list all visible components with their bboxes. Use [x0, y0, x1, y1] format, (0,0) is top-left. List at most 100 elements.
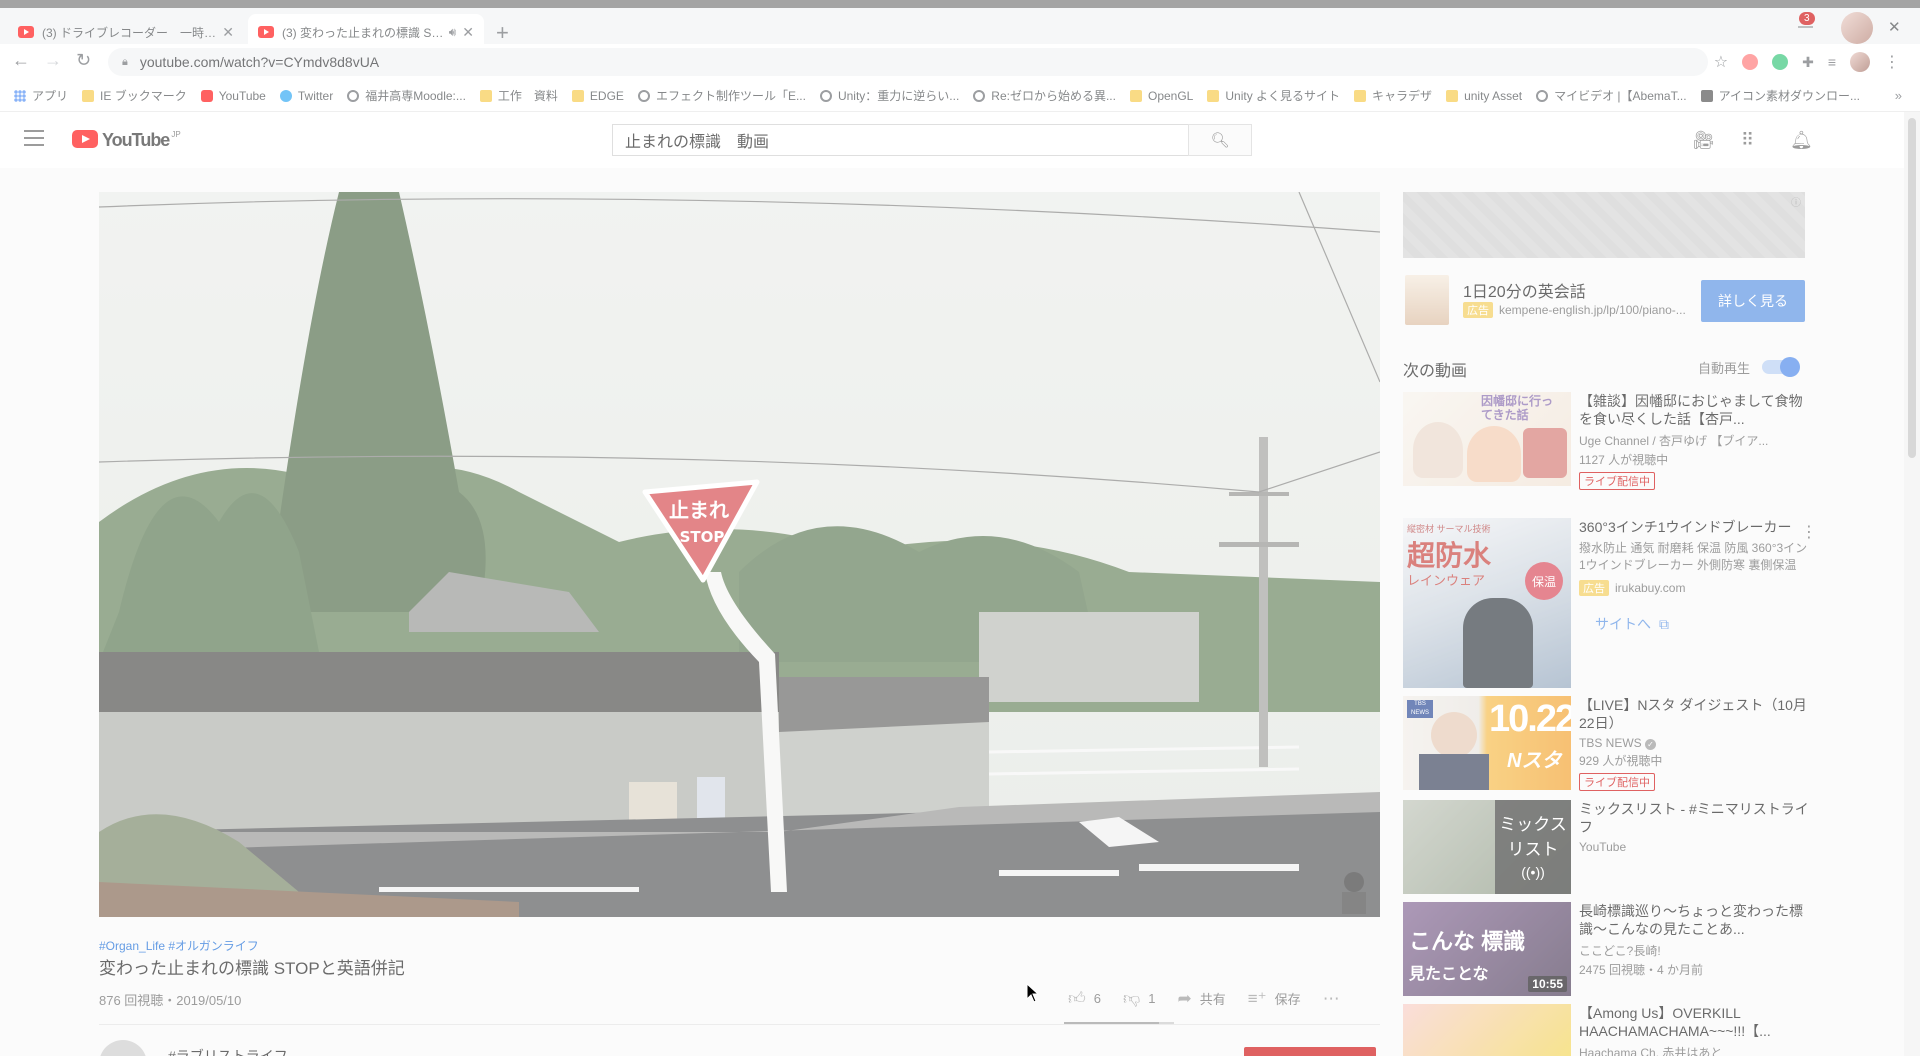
ad-learn-more-button[interactable]: 詳しく見る — [1701, 280, 1805, 322]
youtube-icon — [200, 89, 213, 102]
media-control-icon[interactable]: ≡ — [1828, 54, 1836, 70]
scrollbar-thumb[interactable] — [1908, 118, 1916, 458]
ad-info-icon[interactable]: ⓘ — [1791, 194, 1801, 209]
up-next-heading: 次の動画 — [1403, 363, 1468, 380]
view-count: 929 人が視聴中 — [1579, 754, 1663, 768]
bookmark-label: キャラデザ — [1372, 89, 1433, 103]
bookmark-twitter[interactable]: Twitter — [279, 89, 333, 103]
channel-name: ここどこ?長崎! — [1579, 944, 1661, 958]
ad-thumbnail[interactable] — [1405, 275, 1449, 325]
view-count: 2475 回視聴・4 か月前 — [1579, 963, 1704, 977]
mix-radio-icon: ((•)) — [1521, 864, 1545, 880]
video-thumbnail[interactable]: 因幡邸に行ってきた話 — [1403, 392, 1571, 486]
puzzle-icon[interactable]: ✚ — [1802, 54, 1814, 71]
video-hashtags[interactable]: #Organ_Life #オルガンライフ — [99, 937, 259, 954]
url-bar[interactable]: 🔒︎ youtube.com/watch?v=CYmdv8d8vUA — [108, 48, 1708, 76]
close-tab-icon[interactable]: ✕ — [222, 24, 234, 41]
ad-description: 撥水防止 通気 耐磨耗 保温 防風 360°3イン1ウインドブレーカー 外側防寒… — [1579, 541, 1808, 572]
forward-icon[interactable]: → — [44, 50, 62, 71]
share-button[interactable]: ➦ 共有 — [1178, 989, 1226, 1009]
bookmark-folder[interactable]: unity Asset — [1446, 89, 1522, 103]
close-tab-icon[interactable]: ✕ — [462, 24, 474, 41]
bookmark-apps[interactable]: アプリ — [14, 87, 68, 104]
folder-icon — [1446, 89, 1459, 102]
more-horizontal-icon: ⋯ — [1322, 988, 1340, 1008]
bookmark-link[interactable]: アイコン素材ダウンロー... — [1700, 87, 1860, 104]
video-player[interactable]: 止まれ STOP — [99, 192, 1380, 917]
extension-icon[interactable] — [1742, 54, 1759, 70]
star-icon[interactable]: ☆ — [1714, 52, 1728, 72]
video-thumbnail[interactable]: TBS NEWS 10.22 Nスタ — [1403, 696, 1571, 790]
bookmark-youtube[interactable]: YouTube — [200, 88, 266, 103]
more-bookmarks-icon[interactable]: » — [1895, 88, 1902, 103]
bookmark-folder[interactable]: Unity よく見るサイト — [1207, 87, 1340, 104]
grammarly-icon[interactable] — [1772, 54, 1789, 70]
bookmark-folder[interactable]: IE ブックマーク — [82, 87, 187, 104]
ad-title[interactable]: 1日20分の英会話 — [1463, 278, 1586, 302]
autoplay-toggle[interactable] — [1762, 357, 1800, 377]
video-info: ミックスリスト - #ミニマリストライフ YouTube — [1579, 800, 1813, 854]
menu-kebab-icon[interactable]: ⋮ — [1884, 52, 1900, 72]
ad-banner[interactable]: ⓘ — [1403, 192, 1805, 258]
like-button[interactable]: 👍︎ 6 — [1068, 988, 1101, 1009]
audio-playing-icon[interactable]: 🔊︎ — [449, 25, 457, 40]
visit-site-label: サイトへ — [1595, 616, 1651, 632]
bookmark-folder[interactable]: EDGE — [571, 89, 624, 103]
save-button[interactable]: ≡⁺ 保存 — [1248, 989, 1301, 1009]
recommended-mix[interactable]: ミックス リスト ((•)) ミックスリスト - #ミニマリストライフ YouT… — [1403, 800, 1823, 896]
video-thumbnail[interactable]: こんな 標識 見たことな 10:55 — [1403, 902, 1571, 996]
bookmark-label: unity Asset — [1464, 88, 1523, 103]
video-title: 【LIVE】Nスタ ダイジェスト（10月22日） — [1579, 697, 1807, 731]
sponsored-video[interactable]: 縦密材 サーマル技術 超防水 レインウェア 保温 360°3インチ1ウインドブレ… — [1403, 518, 1823, 688]
recommended-video[interactable]: 【Among Us】OVERKILL HAACHAMACHAMA~~~!!!【.… — [1403, 1004, 1823, 1056]
hamburger-menu-icon[interactable] — [24, 130, 44, 146]
bookmark-folder[interactable]: 工作 資料 — [479, 87, 558, 104]
bookmark-link[interactable]: エフェクト制作ツール「E... — [637, 87, 806, 104]
youtube-logo[interactable]: YouTube JP — [72, 130, 181, 151]
video-title: ミックスリスト - #ミニマリストライフ — [1579, 801, 1809, 835]
video-info: 【雑談】因幡邸におじゃまして食物を食い尽くした話【杏戸... Uge Chann… — [1579, 392, 1813, 490]
recommended-video[interactable]: 因幡邸に行ってきた話 【雑談】因幡邸におじゃまして食物を食い尽くした話【杏戸..… — [1403, 392, 1823, 490]
subscribe-button[interactable] — [1244, 1047, 1376, 1056]
thumbs-down-icon: 👎︎ — [1123, 989, 1141, 1008]
ad-thumbnail[interactable]: 縦密材 サーマル技術 超防水 レインウェア 保温 — [1403, 518, 1571, 688]
dislike-button[interactable]: 👎︎ 1 — [1123, 988, 1156, 1009]
bookmark-link[interactable]: マイビデオ |【AbemaT... — [1536, 87, 1687, 104]
globe-icon — [347, 89, 360, 102]
bookmark-link[interactable]: Re:ゼロから始める異... — [973, 87, 1116, 104]
folder-icon — [1207, 89, 1220, 102]
window-top-strip — [0, 0, 1920, 8]
recommended-video[interactable]: こんな 標識 見たことな 10:55 長崎標識巡り～ちょっと変わった標識～こんな… — [1403, 902, 1823, 998]
channel-name[interactable]: #ラブリストライフ — [168, 1046, 288, 1056]
account-avatar[interactable] — [1841, 12, 1873, 44]
globe-icon — [637, 89, 650, 102]
bookmark-folder[interactable]: キャラデザ — [1354, 87, 1432, 104]
bookmark-folder[interactable]: OpenGL — [1129, 89, 1193, 103]
reload-icon[interactable]: ↻ — [76, 50, 91, 71]
back-icon[interactable]: ← — [12, 50, 30, 71]
profile-icon[interactable] — [1850, 52, 1870, 72]
close-window-icon[interactable]: ✕ — [1888, 18, 1901, 36]
page-scrollbar[interactable] — [1904, 112, 1920, 1056]
notifications-bell-icon[interactable]: 🔔︎ — [1790, 130, 1813, 151]
thumb-headline: 超防水 — [1407, 540, 1492, 571]
mix-thumbnail[interactable]: ミックス リスト ((•)) — [1403, 800, 1571, 894]
more-actions-button[interactable]: ⋯ — [1323, 989, 1340, 1009]
channel-name: Uge Channel / 杏戸ゆげ 【ブイア... — [1579, 434, 1769, 448]
more-options-icon[interactable]: ⋮ — [1801, 522, 1817, 542]
video-title: 【Among Us】OVERKILL HAACHAMACHAMA~~~!!!【.… — [1579, 1005, 1771, 1039]
video-thumbnail[interactable] — [1403, 1004, 1571, 1056]
apps-grid-icon[interactable]: ⠿ — [1741, 130, 1754, 151]
create-video-icon[interactable]: 🎥︎ — [1692, 130, 1715, 151]
search-input[interactable] — [612, 124, 1188, 156]
bookmark-link[interactable]: 福井高専Moodle:... — [347, 87, 466, 104]
search-button[interactable]: 🔍︎ — [1188, 124, 1252, 156]
video-frame: 止まれ STOP — [99, 192, 1380, 917]
recommended-video[interactable]: TBS NEWS 10.22 Nスタ 【LIVE】Nスタ ダイジェスト（10月2… — [1403, 696, 1823, 792]
extensions-area: ☆ ✚ ≡ ⋮ — [1714, 52, 1900, 72]
mix-overlay: ミックス リスト ((•)) — [1495, 800, 1571, 894]
bookmark-link[interactable]: Unity：重力に逆らい... — [819, 87, 959, 104]
bookmark-label: YouTube — [218, 88, 266, 103]
new-tab-icon[interactable]: + — [496, 22, 509, 44]
visit-site-button[interactable]: サイトへ ⧉ — [1595, 614, 1813, 634]
